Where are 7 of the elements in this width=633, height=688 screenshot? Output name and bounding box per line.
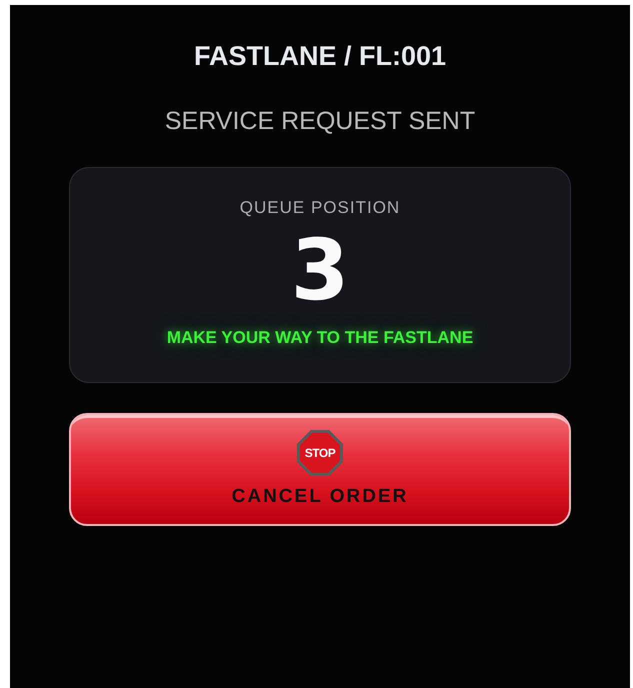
instruction-text: MAKE YOUR WAY TO THE FASTLANE xyxy=(166,328,474,348)
status-text: SERVICE REQUEST SENT xyxy=(164,106,476,136)
page-title: FASTLANE / FL:001 xyxy=(194,41,446,71)
cancel-order-button[interactable]: STOP CANCEL ORDER xyxy=(69,413,571,526)
stop-sign-icon: STOP xyxy=(297,430,343,476)
queue-label: QUEUE POSITION xyxy=(240,198,400,218)
queue-number: 3 xyxy=(290,228,350,312)
